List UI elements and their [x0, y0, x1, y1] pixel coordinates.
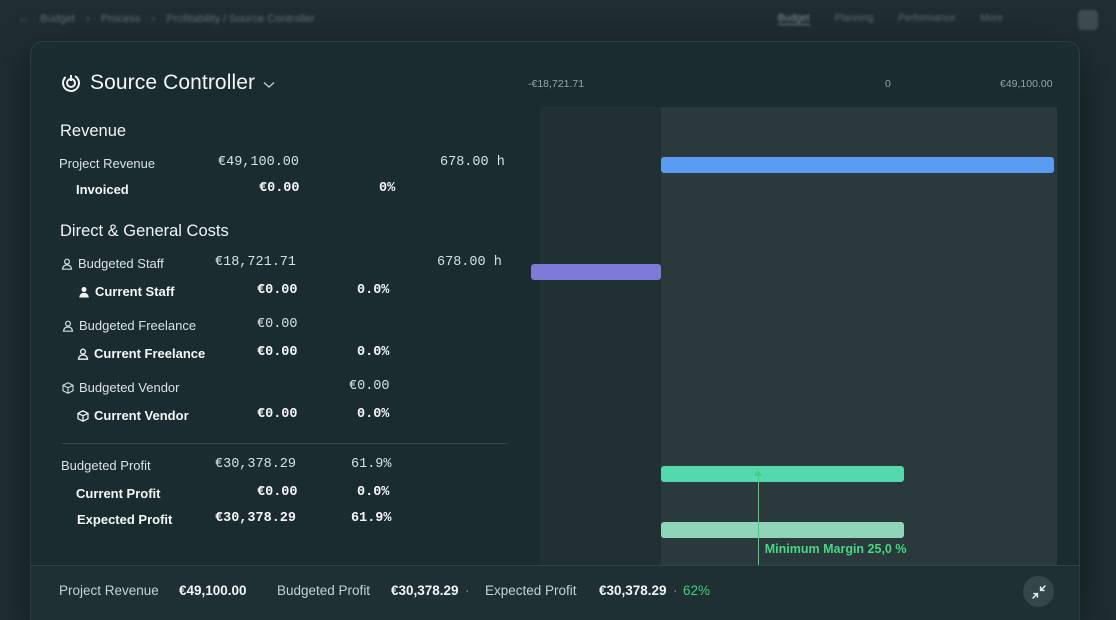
budgeted-staff-amount: €18,721.71: [215, 255, 297, 270]
current-staff-row: Current Staff €0.00 0.0%: [31, 282, 511, 302]
background-breadcrumb: ← Budget › Process › Profitability / Sou…: [18, 13, 323, 25]
tab-performance[interactable]: Performance: [898, 13, 955, 24]
footer-expected-profit-percent: 62%: [683, 583, 711, 598]
tab-more[interactable]: More: [980, 13, 1003, 24]
current-profit-amount: €0.00: [257, 485, 298, 500]
avatar[interactable]: [1078, 10, 1098, 30]
budgeted-vendor-row: Budgeted Vendor €0.00: [31, 378, 511, 398]
tab-planning[interactable]: Planning: [834, 13, 873, 24]
current-vendor-label: Current Vendor: [94, 408, 189, 423]
panel-title-text: Source Controller: [90, 71, 256, 94]
section-divider: [62, 443, 508, 444]
budgeted-vendor-label: Budgeted Vendor: [79, 380, 180, 395]
project-revenue-label: Project Revenue: [59, 156, 156, 171]
breadcrumb-budget[interactable]: Budget: [40, 13, 75, 25]
back-arrow-icon[interactable]: ←: [18, 13, 29, 25]
project-revenue-hours: 678.00 h: [440, 155, 505, 170]
current-freelance-row: Current Freelance €0.00 0.0%: [31, 344, 511, 364]
footer-budgeted-profit-label: Budgeted Profit: [277, 583, 371, 598]
chart-negative-zone: [540, 107, 661, 567]
invoiced-amount: €0.00: [259, 181, 300, 196]
current-freelance-percent: 0.0%: [357, 345, 390, 360]
person-outline-icon: [62, 320, 74, 332]
invoiced-percent: 0%: [379, 181, 396, 196]
expected-profit-row: Expected Profit €30,378.29 61.9%: [31, 510, 511, 530]
costs-heading: Direct & General Costs: [60, 222, 229, 240]
current-vendor-amount: €0.00: [257, 407, 298, 422]
breadcrumb-separator: ›: [151, 13, 156, 25]
expected-profit-amount: €30,378.29: [215, 511, 297, 526]
chart-bar-budgeted-staff: [531, 264, 661, 280]
tick-label-min: -€18,721.71: [528, 78, 585, 90]
person-outline-icon: [77, 348, 89, 360]
chart-positive-zone: [661, 107, 1057, 567]
footer-separator: ·: [465, 583, 470, 598]
expected-profit-percent: 61.9%: [351, 511, 392, 526]
chart-bar-expected-profit: [661, 522, 905, 538]
invoiced-row: Invoiced €0.00 0%: [31, 180, 511, 200]
minimum-margin-label: Minimum Margin 25,0 %: [764, 542, 907, 556]
budgeted-staff-row: Budgeted Staff €18,721.71 678.00 h: [31, 254, 511, 274]
source-controller-panel: Source Controller Revenue Project Revenu…: [31, 42, 1079, 620]
collapse-button[interactable]: [1023, 576, 1054, 607]
budgeted-freelance-label: Budgeted Freelance: [79, 318, 197, 333]
current-freelance-label: Current Freelance: [94, 346, 206, 361]
background-tabs: Budget Planning Performance More: [778, 13, 1025, 25]
footer-separator: ·: [673, 583, 678, 598]
current-profit-label: Current Profit: [76, 486, 161, 501]
breadcrumb-current: Profitability / Source Controller: [166, 13, 315, 25]
panel-title[interactable]: Source Controller: [61, 69, 275, 97]
budgeted-profit-row: Budgeted Profit €30,378.29 61.9%: [31, 456, 511, 476]
budgeted-freelance-row: Budgeted Freelance €0.00: [31, 316, 511, 336]
budgeted-profit-percent: 61.9%: [351, 457, 392, 472]
current-freelance-amount: €0.00: [257, 345, 298, 360]
chart-bar-budgeted-profit: [661, 466, 905, 482]
footer-project-revenue-label: Project Revenue: [59, 583, 159, 598]
current-profit-percent: 0.0%: [357, 485, 390, 500]
tick-label-zero: 0: [885, 78, 891, 90]
box-icon: [77, 409, 89, 422]
project-revenue-amount: €49,100.00: [218, 155, 300, 170]
breadcrumb-process[interactable]: Process: [101, 13, 141, 25]
budgeted-profit-amount: €30,378.29: [215, 457, 297, 472]
summary-footer: Project Revenue €49,100.00 Budgeted Prof…: [31, 565, 1079, 620]
footer-budgeted-profit-value: €30,378.29: [391, 583, 459, 598]
budgeted-profit-label: Budgeted Profit: [61, 458, 151, 473]
revenue-heading: Revenue: [60, 122, 127, 140]
breadcrumb-separator: ›: [86, 13, 90, 25]
current-vendor-row: Current Vendor €0.00 0.0%: [31, 406, 511, 426]
project-revenue-row: Project Revenue €49,100.00 678.00 h: [31, 154, 511, 174]
current-staff-percent: 0.0%: [357, 283, 390, 298]
budgeted-staff-hours: 678.00 h: [437, 255, 502, 270]
person-icon: [79, 286, 89, 297]
chart-bar-project-revenue: [661, 157, 1054, 173]
chevron-down-icon[interactable]: [263, 81, 275, 89]
source-controller-logo-icon: [62, 74, 80, 93]
footer-project-revenue-value: €49,100.00: [179, 583, 247, 598]
minimum-margin-arrow-icon: [754, 470, 763, 476]
footer-expected-profit-label: Expected Profit: [485, 583, 577, 598]
collapse-arrows-icon: [1031, 584, 1046, 599]
minimum-margin-line: [757, 474, 759, 565]
current-vendor-percent: 0.0%: [357, 407, 390, 422]
current-profit-row: Current Profit €0.00 0.0%: [31, 484, 511, 504]
background-navigation: ← Budget › Process › Profitability / Sou…: [0, 0, 1116, 40]
tick-label-max: €49,100.00: [1000, 78, 1053, 90]
box-outline-icon: [62, 381, 74, 394]
current-staff-amount: €0.00: [257, 283, 298, 298]
invoiced-label: Invoiced: [76, 182, 129, 197]
budgeted-staff-label: Budgeted Staff: [78, 256, 164, 271]
tab-budget[interactable]: Budget: [778, 13, 810, 25]
person-outline-icon: [61, 258, 73, 270]
budgeted-freelance-amount: €0.00: [257, 317, 298, 332]
footer-expected-profit-value: €30,378.29: [599, 583, 667, 598]
budgeted-vendor-amount: €0.00: [349, 379, 390, 394]
expected-profit-label: Expected Profit: [77, 512, 173, 527]
current-staff-label: Current Staff: [95, 284, 175, 299]
